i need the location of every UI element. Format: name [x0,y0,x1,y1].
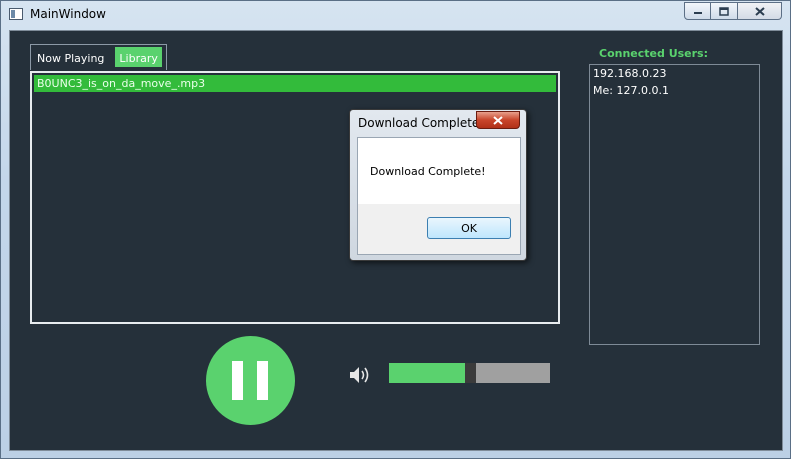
connected-users-list[interactable]: 192.168.0.23 Me: 127.0.0.1 [589,64,760,345]
list-item[interactable]: B0UNC3_is_on_da_move_.mp3 [34,75,556,92]
connected-users-label: Connected Users: [599,47,709,60]
minimize-button[interactable] [684,2,711,20]
dialog-body: Download Complete! OK [357,137,521,255]
close-icon [493,115,503,125]
minimize-icon [693,12,702,14]
dialog-footer: OK [358,204,520,254]
window-title: MainWindow [30,7,106,21]
close-button[interactable] [738,2,782,20]
app-icon [9,8,23,20]
volume-slider[interactable] [389,363,550,383]
tab-now-playing[interactable]: Now Playing [35,47,109,67]
pause-button[interactable] [206,336,295,425]
download-complete-dialog: Download Complete! Download Complete! OK [349,109,527,261]
main-window: MainWindow Now Playing Library B0UNC3_is… [0,0,791,459]
tab-library[interactable]: Library [115,47,162,67]
caption-buttons [684,2,782,20]
dialog-message: Download Complete! [370,165,486,178]
user-item[interactable]: Me: 127.0.0.1 [590,82,759,99]
title-bar[interactable]: MainWindow [1,1,790,29]
volume-thumb[interactable] [465,363,476,383]
pause-icon [232,361,243,400]
tab-strip: Now Playing Library [30,44,167,70]
restore-icon [719,6,729,16]
volume-fill [389,363,465,383]
ok-button[interactable]: OK [427,217,511,239]
close-icon [754,6,765,16]
dialog-title: Download Complete! [358,116,485,130]
restore-button[interactable] [711,2,738,20]
user-item[interactable]: 192.168.0.23 [590,65,759,82]
dialog-close-button[interactable] [476,111,520,129]
speaker-icon[interactable] [348,365,372,385]
pause-icon-bar [257,361,268,400]
